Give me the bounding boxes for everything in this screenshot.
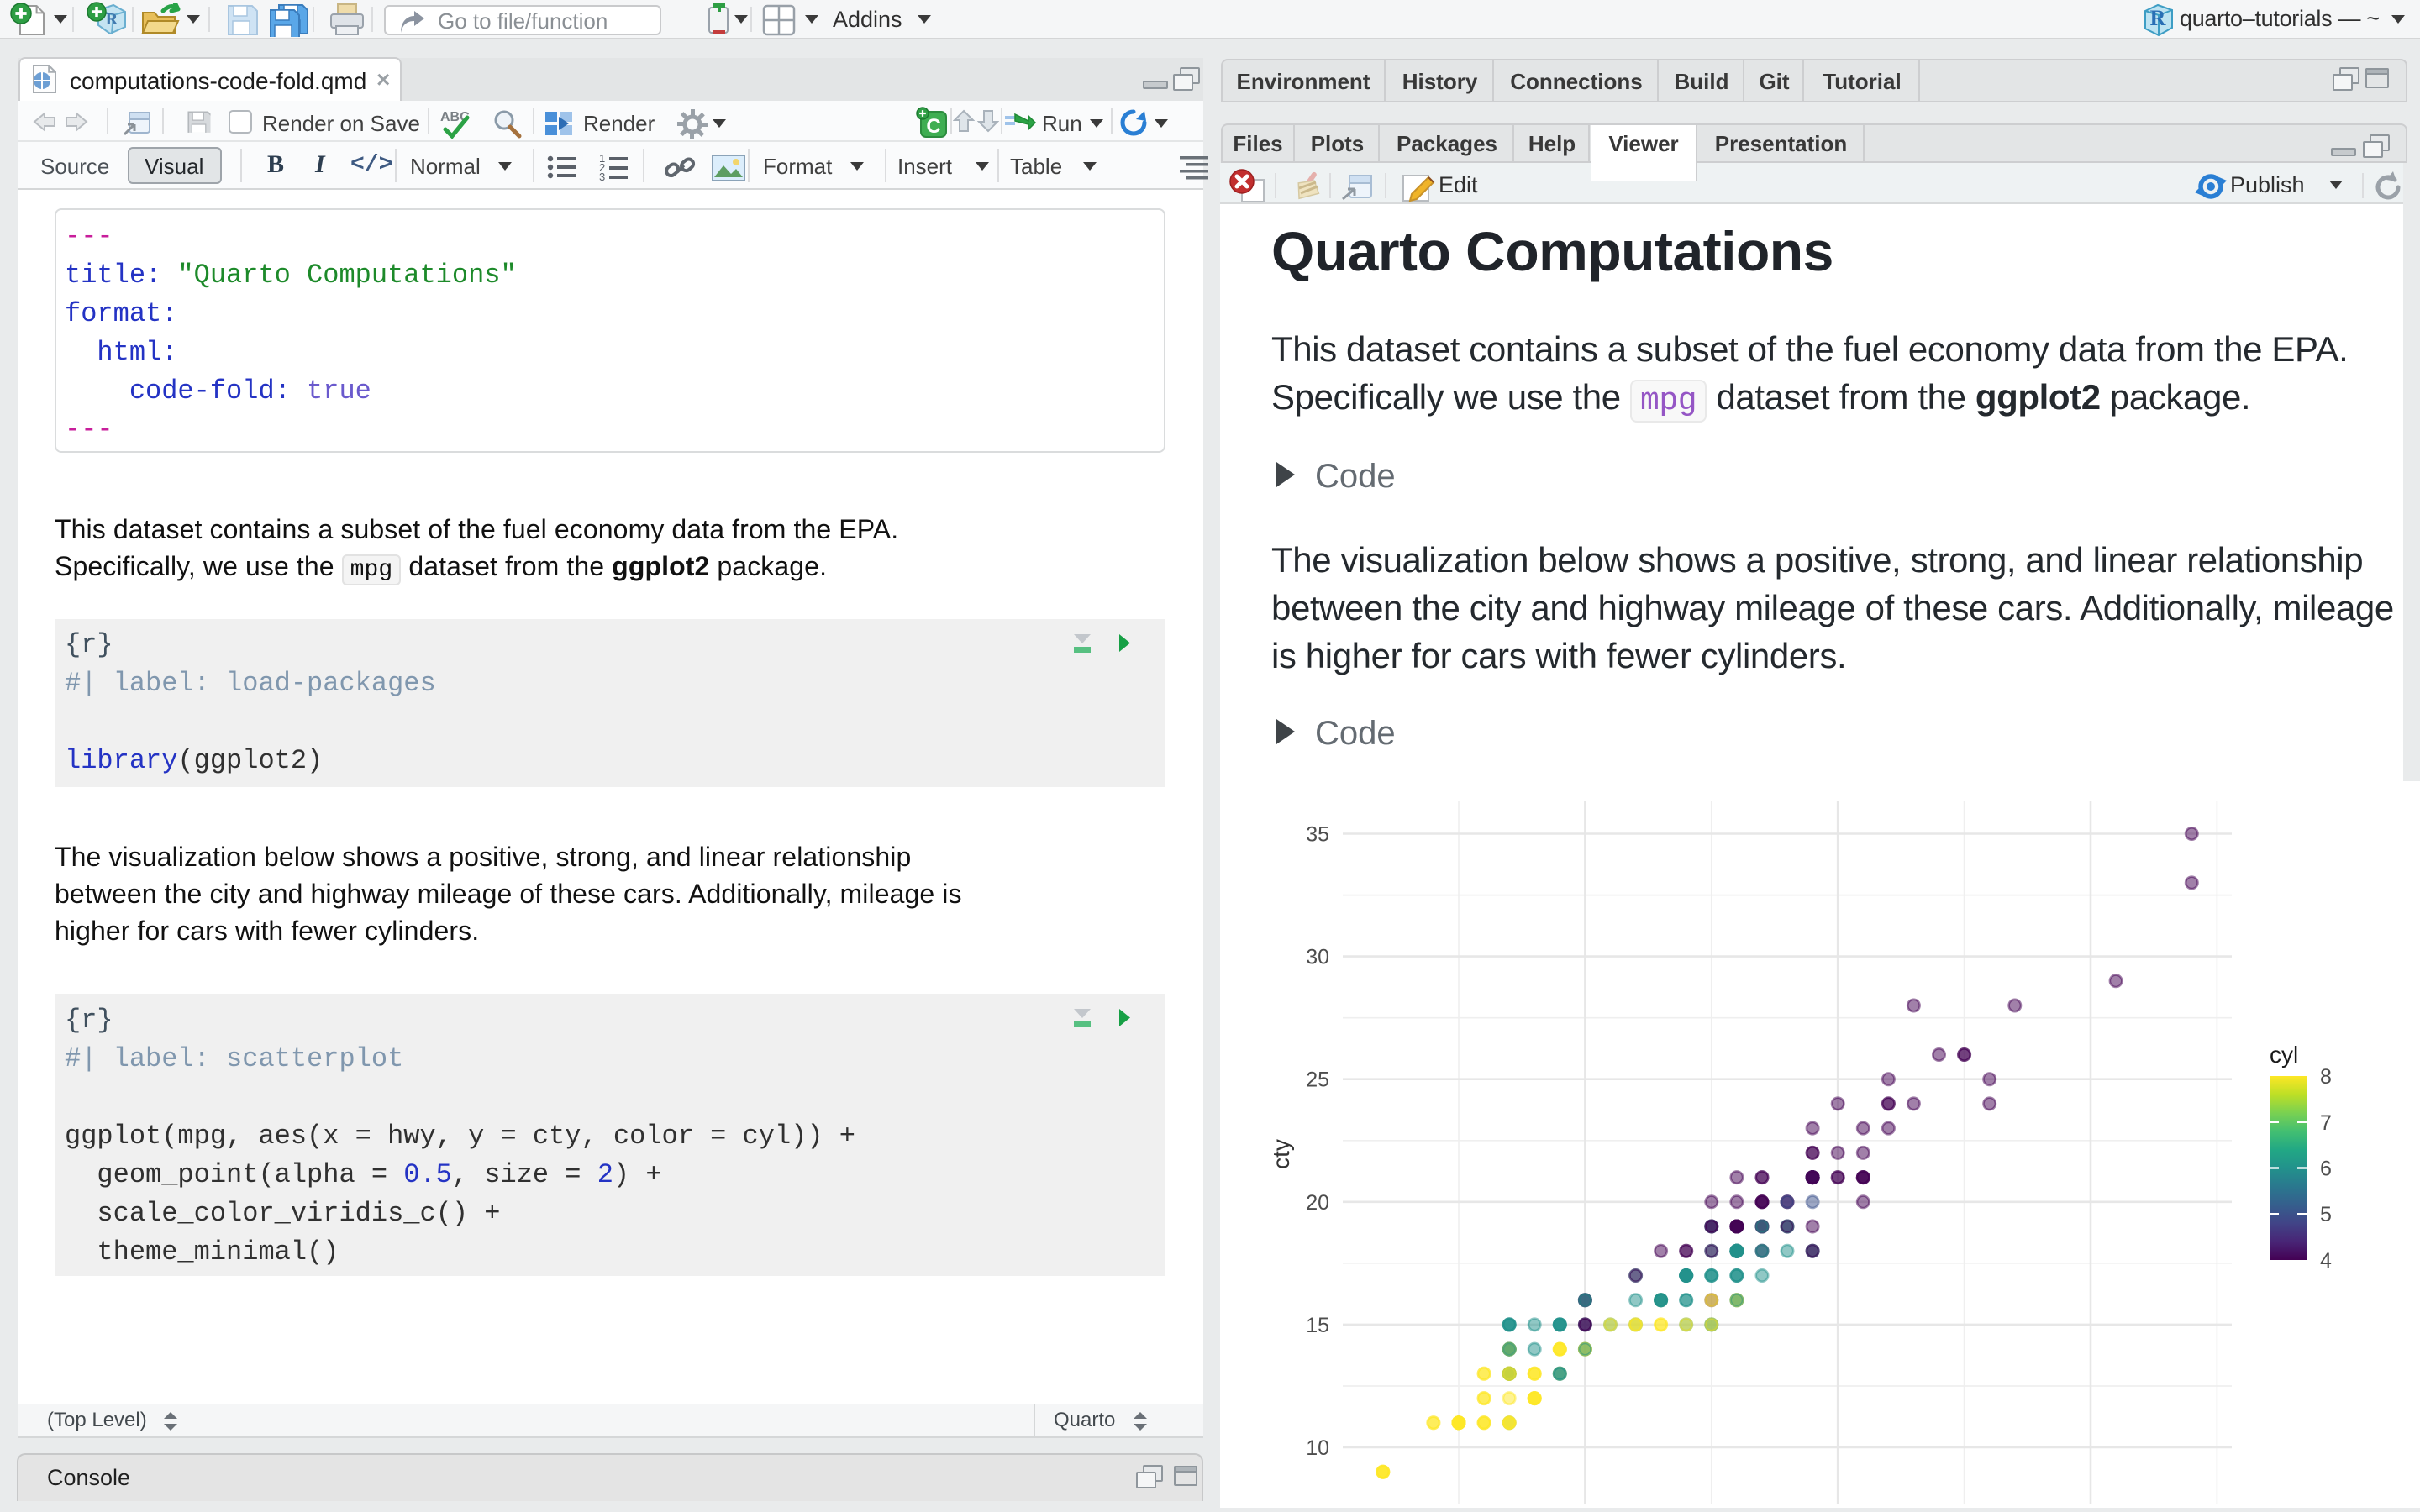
svg-text:cty: cty bbox=[1268, 1139, 1294, 1169]
svg-text:R: R bbox=[106, 10, 118, 29]
svg-text:20: 20 bbox=[1306, 1191, 1329, 1215]
svg-text:3: 3 bbox=[599, 171, 605, 181]
svg-text:4: 4 bbox=[2320, 1249, 2332, 1273]
svg-text:C: C bbox=[926, 115, 940, 138]
svg-text:7: 7 bbox=[2320, 1111, 2332, 1135]
svg-text:25: 25 bbox=[1306, 1068, 1329, 1092]
svg-text:15: 15 bbox=[1306, 1314, 1329, 1337]
svg-text:10: 10 bbox=[1306, 1436, 1329, 1460]
svg-text:30: 30 bbox=[1306, 946, 1329, 969]
svg-text:cyl: cyl bbox=[2270, 1042, 2298, 1068]
svg-text:8: 8 bbox=[2320, 1065, 2332, 1089]
svg-text:35: 35 bbox=[1306, 823, 1329, 847]
svg-text:R: R bbox=[2150, 6, 2166, 30]
svg-text:5: 5 bbox=[2320, 1203, 2332, 1226]
svg-text:6: 6 bbox=[2320, 1158, 2332, 1181]
